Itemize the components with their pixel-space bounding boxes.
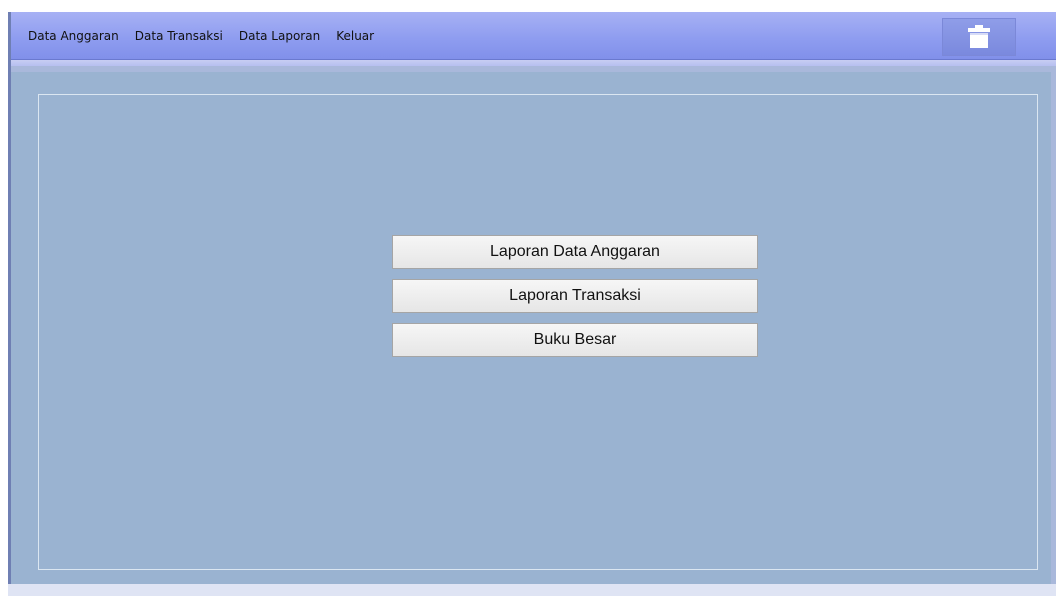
menu-bar: Data Anggaran Data Transaksi Data Lapora… bbox=[8, 12, 1056, 60]
app-window: Data Anggaran Data Transaksi Data Lapora… bbox=[8, 12, 1056, 596]
menu-data-transaksi[interactable]: Data Transaksi bbox=[135, 29, 223, 43]
report-panel: Laporan Data Anggaran Laporan Transaksi … bbox=[38, 94, 1038, 570]
menu-data-laporan[interactable]: Data Laporan bbox=[239, 29, 320, 43]
menu-bar-separator bbox=[8, 60, 1056, 66]
buku-besar-button[interactable]: Buku Besar bbox=[392, 323, 758, 357]
pot-icon bbox=[968, 25, 990, 48]
menu-data-anggaran[interactable]: Data Anggaran bbox=[28, 29, 119, 43]
app-logo bbox=[942, 18, 1016, 56]
menu-keluar[interactable]: Keluar bbox=[336, 29, 374, 43]
window-bottom-border bbox=[8, 584, 1056, 596]
menu-items: Data Anggaran Data Transaksi Data Lapora… bbox=[28, 12, 390, 60]
main-content: Laporan Data Anggaran Laporan Transaksi … bbox=[11, 72, 1051, 584]
laporan-transaksi-button[interactable]: Laporan Transaksi bbox=[392, 279, 758, 313]
laporan-data-anggaran-button[interactable]: Laporan Data Anggaran bbox=[392, 235, 758, 269]
